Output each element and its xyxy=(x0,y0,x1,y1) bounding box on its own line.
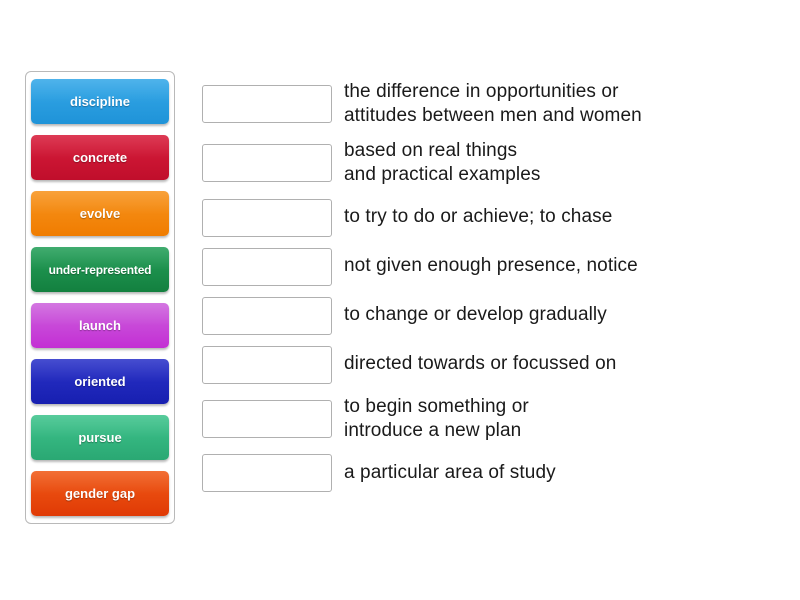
definition-rows: the difference in opportunities or attit… xyxy=(202,80,782,492)
word-tile-label: concrete xyxy=(72,150,128,165)
word-tile-evolve[interactable]: evolve xyxy=(31,191,169,236)
answer-drop-box[interactable] xyxy=(202,85,332,124)
answer-drop-box[interactable] xyxy=(202,345,332,384)
match-row: to begin something or introduce a new pl… xyxy=(202,395,782,443)
word-tile-panel: discipline concrete evolve under-represe… xyxy=(25,71,175,524)
definition-text: based on real things and practical examp… xyxy=(344,140,541,186)
word-tile-label: oriented xyxy=(74,374,126,389)
answer-drop-box[interactable] xyxy=(202,399,332,438)
word-tile-oriented[interactable]: oriented xyxy=(31,359,169,404)
definition-text: the difference in opportunities or attit… xyxy=(344,81,642,127)
word-tile-label: under-represented xyxy=(48,262,152,277)
match-row: the difference in opportunities or attit… xyxy=(202,80,782,128)
definition-text: directed towards or focussed on xyxy=(344,353,617,375)
definition-text: to begin something or introduce a new pl… xyxy=(344,395,529,441)
match-row: directed towards or focussed on xyxy=(202,345,782,384)
definition-text: a particular area of study xyxy=(344,461,556,483)
answer-drop-box[interactable] xyxy=(202,144,332,183)
word-tile-label: evolve xyxy=(79,206,121,221)
word-tile-launch[interactable]: launch xyxy=(31,303,169,348)
match-row: based on real things and practical examp… xyxy=(202,139,782,187)
word-tile-gender-gap[interactable]: gender gap xyxy=(31,471,169,516)
definition-text: to change or develop gradually xyxy=(344,304,607,326)
word-tile-concrete[interactable]: concrete xyxy=(31,135,169,180)
word-tile-label: gender gap xyxy=(64,486,136,501)
answer-drop-box[interactable] xyxy=(202,198,332,237)
definition-text: to try to do or achieve; to chase xyxy=(344,206,613,228)
definition-text: not given enough presence, notice xyxy=(344,255,638,277)
word-tile-label: pursue xyxy=(78,430,122,445)
word-tile-under-represented[interactable]: under-represented xyxy=(31,247,169,292)
word-tile-label: discipline xyxy=(70,94,130,109)
answer-drop-box[interactable] xyxy=(202,453,332,492)
match-row: to change or develop gradually xyxy=(202,296,782,335)
answer-drop-box[interactable] xyxy=(202,247,332,286)
word-tile-label: launch xyxy=(79,318,121,333)
answer-drop-box[interactable] xyxy=(202,296,332,335)
match-row: not given enough presence, notice xyxy=(202,247,782,286)
match-row: to try to do or achieve; to chase xyxy=(202,198,782,237)
word-tile-discipline[interactable]: discipline xyxy=(31,79,169,124)
match-row: a particular area of study xyxy=(202,453,782,492)
word-tile-pursue[interactable]: pursue xyxy=(31,415,169,460)
